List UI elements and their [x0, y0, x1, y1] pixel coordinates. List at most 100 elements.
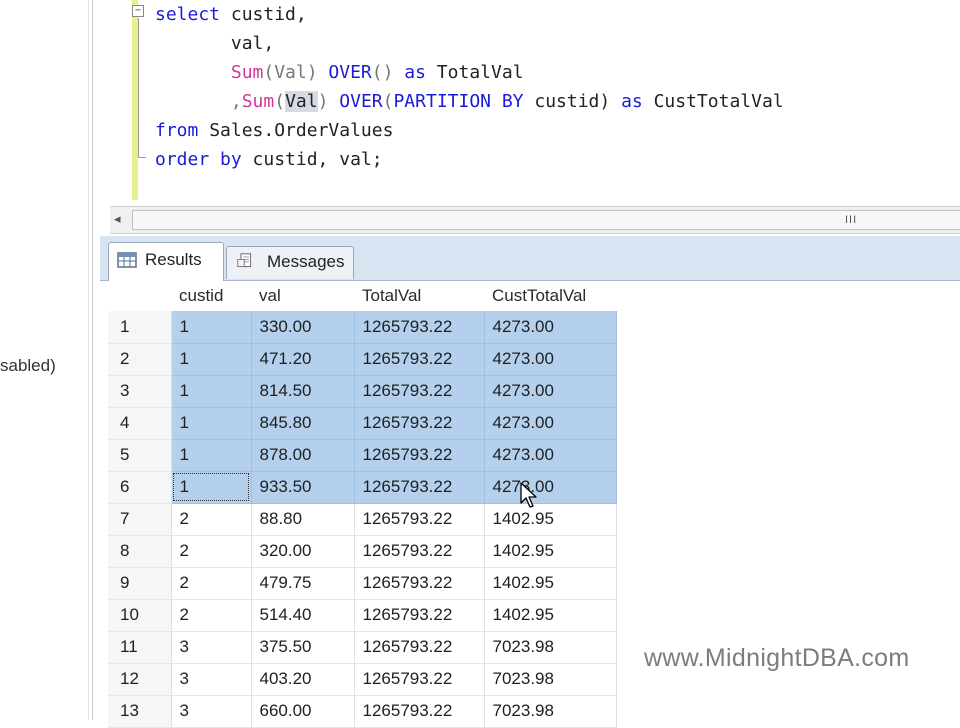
- cell-totalval[interactable]: 1265793.22: [354, 375, 485, 408]
- cell-val[interactable]: 479.75: [251, 567, 355, 600]
- cell-custtotalval[interactable]: 1402.95: [484, 503, 617, 536]
- query-editor[interactable]: − select custid, val, Sum(Val) OVER() as…: [94, 0, 960, 206]
- cell-custtotalval[interactable]: 4273.00: [484, 375, 617, 408]
- cell-custtotalval[interactable]: 7023.98: [484, 663, 617, 696]
- cell-totalval[interactable]: 1265793.22: [354, 599, 485, 632]
- cell-custtotalval[interactable]: 7023.98: [484, 631, 617, 664]
- code-line[interactable]: order by custid, val;: [155, 145, 784, 174]
- cell-val[interactable]: 330.00: [251, 311, 355, 344]
- cell-custid[interactable]: 1: [171, 311, 252, 344]
- table-row[interactable]: 4 1 845.80 1265793.22 4273.00: [108, 407, 617, 440]
- table-row[interactable]: 5 1 878.00 1265793.22 4273.00: [108, 439, 617, 472]
- table-row[interactable]: 8 2 320.00 1265793.22 1402.95: [108, 535, 617, 568]
- outline-line: [138, 18, 139, 158]
- code-line[interactable]: select custid,: [155, 0, 784, 29]
- table-row[interactable]: 9 2 479.75 1265793.22 1402.95: [108, 567, 617, 600]
- cell-totalval[interactable]: 1265793.22: [354, 567, 485, 600]
- cell-totalval[interactable]: 1265793.22: [354, 663, 485, 696]
- cell-custtotalval[interactable]: 4273.00: [484, 471, 617, 504]
- cell-custid[interactable]: 1: [171, 471, 252, 504]
- table-row[interactable]: 61933.501265793.224273.00: [108, 471, 617, 504]
- object-explorer-label: sabled): [0, 356, 56, 375]
- cell-totalval[interactable]: 1265793.22: [354, 343, 485, 376]
- cell-custid[interactable]: 2: [171, 599, 252, 632]
- cell-custid[interactable]: 3: [171, 663, 252, 696]
- row-number[interactable]: 13: [108, 695, 172, 728]
- column-header-custid[interactable]: custid: [171, 281, 251, 311]
- cell-totalval[interactable]: 1265793.22: [354, 439, 485, 472]
- column-header-custtotalval[interactable]: CustTotalVal: [484, 281, 616, 311]
- row-number[interactable]: 10: [108, 599, 172, 632]
- row-number[interactable]: 2: [108, 343, 172, 376]
- table-row[interactable]: 7 2 88.80 1265793.22 1402.95: [108, 503, 617, 536]
- row-number[interactable]: 9: [108, 567, 172, 600]
- cell-custtotalval[interactable]: 1402.95: [484, 567, 617, 600]
- row-number[interactable]: 11: [108, 631, 172, 664]
- cell-custid[interactable]: 1: [171, 407, 252, 440]
- table-row[interactable]: 2 1 471.20 1265793.22 4273.00: [108, 343, 617, 376]
- cell-custtotalval[interactable]: 4273.00: [484, 439, 617, 472]
- cell-custtotalval[interactable]: 1402.95: [484, 599, 617, 632]
- cell-val[interactable]: 933.50: [251, 471, 355, 504]
- code-line[interactable]: from Sales.OrderValues: [155, 116, 784, 145]
- cell-val[interactable]: 320.00: [251, 535, 355, 568]
- cell-totalval[interactable]: 1265793.22: [354, 503, 485, 536]
- cell-custid[interactable]: 2: [171, 567, 252, 600]
- row-number[interactable]: 12: [108, 663, 172, 696]
- cell-val[interactable]: 403.20: [251, 663, 355, 696]
- cell-custid[interactable]: 2: [171, 503, 252, 536]
- cell-custid[interactable]: 3: [171, 631, 252, 664]
- tab-messages[interactable]: Messages: [226, 246, 354, 279]
- cell-totalval[interactable]: 1265793.22: [354, 311, 485, 344]
- row-number[interactable]: 4: [108, 407, 172, 440]
- cell-val[interactable]: 514.40: [251, 599, 355, 632]
- table-row[interactable]: 12 3 403.20 1265793.22 7023.98: [108, 663, 617, 696]
- row-number[interactable]: 8: [108, 535, 172, 568]
- grid-corner-header[interactable]: [108, 281, 171, 311]
- cell-totalval[interactable]: 1265793.22: [354, 695, 485, 728]
- row-number[interactable]: 5: [108, 439, 172, 472]
- cell-custid[interactable]: 3: [171, 695, 252, 728]
- sql-code[interactable]: select custid, val, Sum(Val) OVER() as T…: [155, 0, 784, 174]
- collapse-icon[interactable]: −: [132, 5, 144, 17]
- cell-val[interactable]: 375.50: [251, 631, 355, 664]
- table-row[interactable]: 11 3 375.50 1265793.22 7023.98: [108, 631, 617, 664]
- cell-totalval[interactable]: 1265793.22: [354, 471, 485, 504]
- cell-custid[interactable]: 1: [171, 343, 252, 376]
- cell-custtotalval[interactable]: 4273.00: [484, 407, 617, 440]
- cell-val[interactable]: 845.80: [251, 407, 355, 440]
- cell-val[interactable]: 878.00: [251, 439, 355, 472]
- cell-val[interactable]: 88.80: [251, 503, 355, 536]
- row-number[interactable]: 6: [108, 471, 172, 504]
- cell-val[interactable]: 471.20: [251, 343, 355, 376]
- cell-custtotalval[interactable]: 4273.00: [484, 343, 617, 376]
- table-row[interactable]: 13 3 660.00 1265793.22 7023.98: [108, 695, 617, 728]
- row-number[interactable]: 3: [108, 375, 172, 408]
- column-header-totalval[interactable]: TotalVal: [354, 281, 484, 311]
- code-line[interactable]: Sum(Val) OVER() as TotalVal: [155, 58, 784, 87]
- code-line[interactable]: ,Sum(Val) OVER(PARTITION BY custid) as C…: [155, 87, 784, 116]
- row-number[interactable]: 1: [108, 311, 172, 344]
- table-row[interactable]: 3 1 814.50 1265793.22 4273.00: [108, 375, 617, 408]
- cell-val[interactable]: 814.50: [251, 375, 355, 408]
- cell-val[interactable]: 660.00: [251, 695, 355, 728]
- cell-totalval[interactable]: 1265793.22: [354, 535, 485, 568]
- table-row[interactable]: 1 1 330.00 1265793.22 4273.00: [108, 311, 617, 344]
- cell-totalval[interactable]: 1265793.22: [354, 407, 485, 440]
- cell-custid[interactable]: 1: [171, 439, 252, 472]
- tab-results[interactable]: Results: [108, 242, 224, 281]
- cell-custtotalval[interactable]: 1402.95: [484, 535, 617, 568]
- code-line[interactable]: val,: [155, 29, 784, 58]
- cell-custtotalval[interactable]: 4273.00: [484, 311, 617, 344]
- table-row[interactable]: 10 2 514.40 1265793.22 1402.95: [108, 599, 617, 632]
- editor-horizontal-scrollbar[interactable]: ◂ III: [110, 206, 960, 234]
- cell-custtotalval[interactable]: 7023.98: [484, 695, 617, 728]
- cell-totalval[interactable]: 1265793.22: [354, 631, 485, 664]
- scroll-left-arrow-icon[interactable]: ◂: [114, 211, 121, 227]
- cell-custid[interactable]: 2: [171, 535, 252, 568]
- scrollbar-thumb[interactable]: III: [132, 210, 960, 230]
- cell-custid[interactable]: 1: [171, 375, 252, 408]
- column-header-val[interactable]: val: [251, 281, 354, 311]
- results-grid[interactable]: custid val TotalVal CustTotalVal 1 1 330.0…: [108, 281, 617, 728]
- row-number[interactable]: 7: [108, 503, 172, 536]
